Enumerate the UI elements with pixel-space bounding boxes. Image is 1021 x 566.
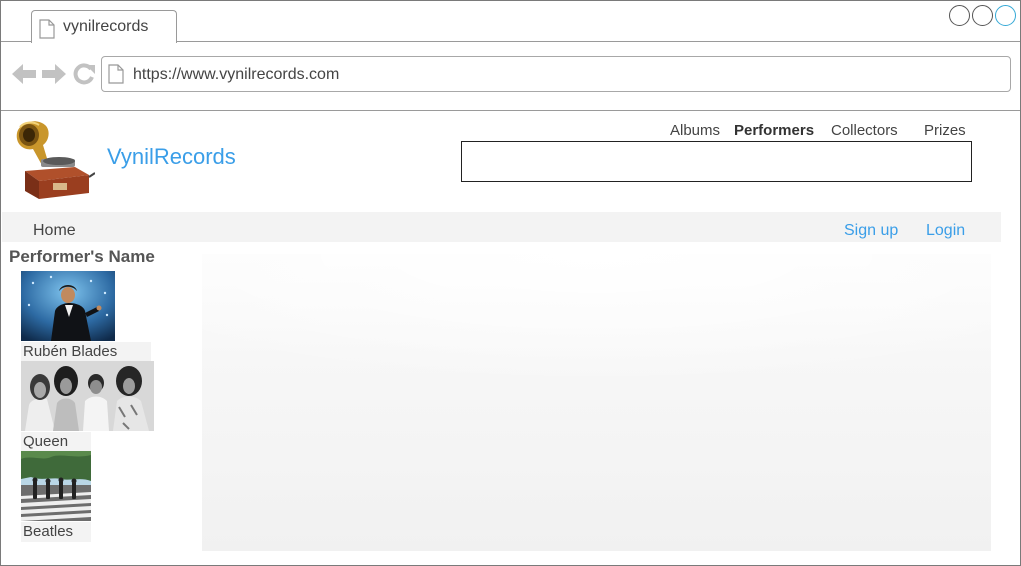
sidebar-title: Performer's Name — [9, 247, 155, 266]
nav-prizes[interactable]: Prizes — [924, 122, 966, 139]
performer-photo-beatles[interactable] — [21, 451, 91, 521]
url-field[interactable]: https://www.vynilrecords.com — [101, 56, 1011, 92]
performer-name-queen[interactable]: Queen — [21, 432, 91, 452]
nav-performers[interactable]: Performers — [734, 122, 814, 139]
signup-link[interactable]: Sign up — [844, 222, 898, 240]
content-placeholder — [202, 254, 991, 384]
back-arrow-icon[interactable] — [11, 63, 37, 85]
login-link[interactable]: Login — [926, 222, 965, 240]
brand-name[interactable]: VynilRecords — [107, 144, 236, 170]
close-button[interactable] — [995, 5, 1016, 26]
gramophone-icon — [16, 121, 95, 199]
browser-window: vynilrecords https://www.vynilrecords.co… — [0, 0, 1021, 566]
search-input[interactable] — [461, 141, 972, 182]
address-bar: https://www.vynilrecords.com — [1, 43, 1020, 111]
sub-navigation-bar: Home Sign up Login — [2, 212, 1001, 242]
window-controls — [949, 5, 1016, 26]
performer-photo-queen[interactable] — [21, 361, 154, 431]
main-content-area — [202, 254, 991, 551]
home-link[interactable]: Home — [33, 222, 76, 240]
minimize-button[interactable] — [949, 5, 970, 26]
tab-title: vynilrecords — [63, 18, 149, 35]
url-text: https://www.vynilrecords.com — [133, 66, 340, 83]
maximize-button[interactable] — [972, 5, 993, 26]
forward-arrow-icon[interactable] — [41, 63, 67, 85]
page-icon — [39, 19, 55, 39]
reload-icon[interactable] — [72, 63, 96, 85]
browser-tab[interactable]: vynilrecords — [31, 10, 177, 43]
performer-name-ruben-blades[interactable]: Rubén Blades — [21, 342, 151, 362]
performer-photo-ruben-blades[interactable] — [21, 271, 115, 341]
nav-albums[interactable]: Albums — [670, 122, 720, 139]
page-icon — [108, 64, 124, 84]
tab-strip: vynilrecords — [1, 1, 1020, 43]
nav-collectors[interactable]: Collectors — [831, 122, 898, 139]
performer-name-beatles[interactable]: Beatles — [21, 522, 91, 542]
